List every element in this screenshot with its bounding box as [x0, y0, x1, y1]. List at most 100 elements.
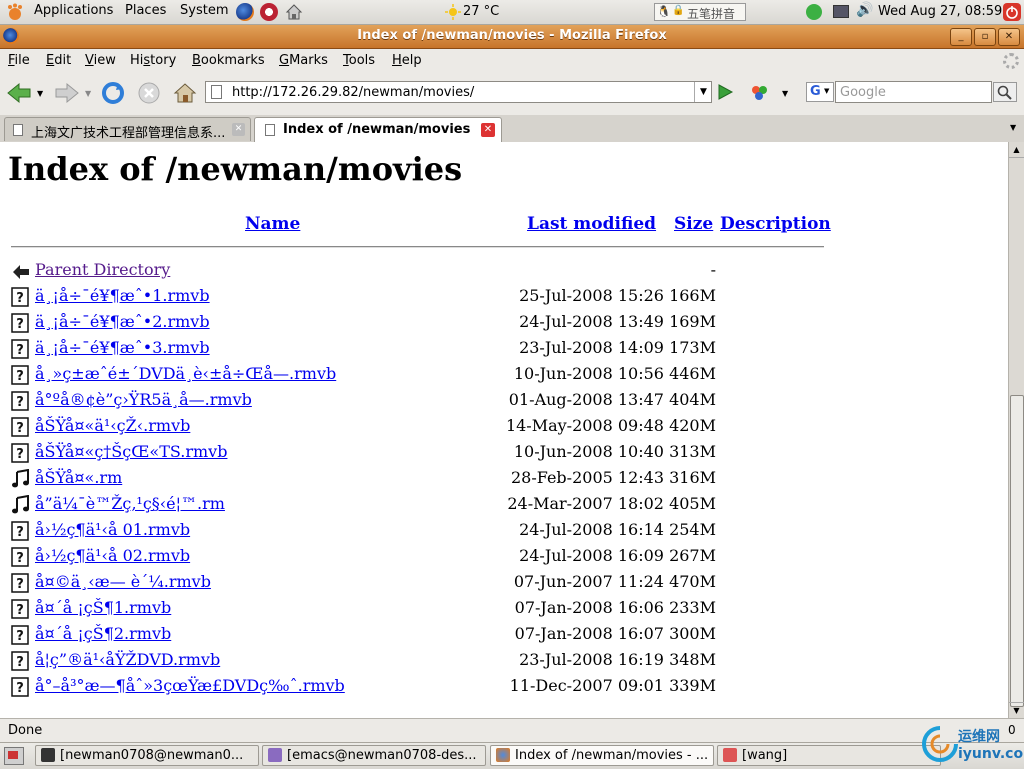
file-link[interactable]: åŠŸå¤«ä¹‹çŽ‹.rmvb — [35, 416, 190, 435]
menu-history[interactable]: History — [130, 53, 176, 68]
file-link[interactable]: å¤©ä¸‹æ— è´¼.rmvb — [35, 572, 211, 591]
file-link[interactable]: å°–å³°æ—¶åˆ»3çœŸæ£DVDç‰ˆ.rmvb — [35, 676, 345, 695]
tab-label: Index of /newman/movies — [283, 122, 471, 137]
weather-temperature[interactable]: 27 °C — [463, 4, 499, 19]
file-link[interactable]: åŠŸå¤«.rm — [35, 468, 122, 487]
back-dropdown-icon[interactable]: ▼ — [37, 89, 43, 98]
search-input[interactable]: Google — [835, 81, 992, 103]
scroll-down-button[interactable]: ▼ — [1009, 702, 1024, 718]
ime-indicator[interactable]: 🐧 🔒 五笔拼音 — [654, 3, 746, 21]
taskbar-button-label: Index of /newman/movies - ... — [515, 748, 709, 763]
maximize-button[interactable]: ▫ — [974, 28, 996, 46]
forward-dropdown-icon[interactable]: ▼ — [85, 89, 91, 98]
gnome-foot-icon[interactable] — [6, 3, 24, 21]
parent-directory-link[interactable]: Parent Directory — [35, 260, 170, 279]
taskbar-button[interactable]: [newman0708@newman0... — [35, 745, 259, 766]
forward-button[interactable] — [52, 78, 82, 108]
panel-menu-places[interactable]: Places — [125, 3, 166, 18]
panel-clock[interactable]: Wed Aug 27, 08:59 — [878, 4, 1002, 19]
tab-index-movies[interactable]: Index of /newman/movies ✕ — [254, 117, 502, 143]
window-titlebar[interactable]: Index of /newman/movies - Mozilla Firefo… — [0, 25, 1024, 49]
taskbar-button[interactable]: [wang] — [717, 745, 941, 766]
shutdown-icon[interactable] — [1003, 3, 1021, 21]
home-launcher-icon[interactable] — [285, 3, 303, 25]
column-header-name[interactable]: Name — [245, 214, 300, 234]
taskbar-button[interactable]: Index of /newman/movies - ... — [490, 745, 714, 766]
reload-button[interactable] — [98, 78, 128, 108]
scroll-thumb[interactable] — [1010, 395, 1024, 707]
close-window-button[interactable]: ✕ — [998, 28, 1020, 46]
file-modified-size: 14-May-2008 09:48 420M — [505, 416, 716, 435]
file-link[interactable]: å¤´å ¡çŠ¶2.rmvb — [35, 624, 171, 643]
unknown-file-icon: ? — [11, 313, 29, 333]
menu-tools[interactable]: Tools — [343, 53, 375, 68]
url-dropdown-button[interactable]: ▼ — [694, 82, 712, 102]
tab-close-icon[interactable]: ✕ — [481, 123, 495, 137]
file-link[interactable]: å›½ç¶ä¹‹å 02.rmvb — [35, 546, 190, 565]
panel-menu-applications[interactable]: Applications — [34, 3, 113, 18]
column-header-size[interactable]: Size — [674, 214, 713, 234]
gmarks-icon[interactable] — [750, 84, 770, 106]
weather-sun-icon[interactable] — [445, 4, 461, 24]
column-header-last-modified[interactable]: Last modified — [527, 214, 656, 234]
menu-view[interactable]: View — [85, 53, 116, 68]
url-text[interactable]: http://172.26.29.82/newman/movies/ — [232, 85, 474, 100]
file-link[interactable]: å”ä¼¯è™Žç‚¹ç§‹é¦™.rm — [35, 494, 225, 513]
file-modified-size: 28-Feb-2005 12:43 316M — [510, 468, 716, 487]
file-row: ? å°ºå®¢è”ç›ŸR5ä¸å—.rmvb 01-Aug-2008 13:47… — [0, 388, 1008, 414]
file-link[interactable]: ä¸¡å÷¯é¥¶æˆ•2.rmvb — [35, 312, 210, 331]
file-modified-size: 23-Jul-2008 16:19 348M — [519, 650, 716, 669]
search-engine-dropdown-icon: ▼ — [824, 87, 830, 95]
file-link[interactable]: å¦ç”®ä¹‹åŸŽDVD.rmvb — [35, 650, 220, 669]
svg-text:?: ? — [16, 577, 24, 592]
emacs-icon — [268, 748, 282, 762]
svg-text:?: ? — [16, 551, 24, 566]
unknown-file-icon: ? — [11, 677, 29, 697]
home-button[interactable] — [170, 78, 200, 108]
show-desktop-button[interactable] — [4, 747, 24, 765]
file-link[interactable]: å¤´å ¡çŠ¶1.rmvb — [35, 598, 171, 617]
google-g-icon: G — [810, 84, 821, 99]
watermark-text: 运维网 iyunv.com — [958, 729, 1024, 762]
firefox-launcher-icon[interactable] — [236, 3, 254, 21]
svg-text:?: ? — [16, 291, 24, 306]
search-engine-button[interactable]: G ▼ — [806, 82, 834, 102]
mail-launcher-icon[interactable] — [260, 3, 278, 21]
vertical-scrollbar[interactable]: ▲ ▼ — [1008, 142, 1024, 718]
menu-bookmarks[interactable]: Bookmarks — [192, 53, 265, 68]
unknown-file-icon: ? — [11, 443, 29, 463]
menu-help[interactable]: Help — [392, 53, 422, 68]
volume-icon[interactable]: 🔊 — [856, 2, 873, 18]
panel-menu-system[interactable]: System — [180, 3, 228, 18]
scroll-up-button[interactable]: ▲ — [1009, 142, 1024, 158]
search-icon[interactable] — [993, 82, 1017, 102]
file-row: ? åŠŸå¤«ç†ŠçŒ«TS.rmvb 10-Jun-2008 10:40 31… — [0, 440, 1008, 466]
menu-gmarks[interactable]: GMarks — [279, 53, 328, 68]
back-button[interactable] — [4, 78, 34, 108]
file-link[interactable]: å°ºå®¢è”ç›ŸR5ä¸å—.rmvb — [35, 390, 252, 409]
tab-management-system[interactable]: 上海文广技术工程部管理信息系... ✕ — [4, 117, 251, 141]
minimize-button[interactable]: _ — [950, 28, 972, 46]
gmarks-dropdown-icon[interactable]: ▼ — [782, 89, 788, 98]
back-folder-icon — [11, 261, 29, 281]
menu-file[interactable]: File — [8, 53, 30, 68]
file-link[interactable]: ä¸¡å÷¯é¥¶æˆ•1.rmvb — [35, 286, 210, 305]
taskbar-button[interactable]: [emacs@newman0708-des... — [262, 745, 486, 766]
go-button[interactable] — [716, 83, 734, 105]
column-header-description[interactable]: Description — [720, 214, 831, 234]
menu-edit[interactable]: Edit — [46, 53, 71, 68]
network-status-icon[interactable] — [806, 4, 822, 20]
svg-text:?: ? — [16, 681, 24, 696]
file-link[interactable]: å¸»ç±æˆé±´DVDä¸è‹±å÷Œå—.rmvb — [35, 364, 336, 383]
search-placeholder: Google — [840, 85, 886, 100]
tab-list-dropdown-icon[interactable]: ▼ — [1010, 123, 1016, 132]
file-link[interactable]: åŠŸå¤«ç†ŠçŒ«TS.rmvb — [35, 442, 227, 461]
file-link[interactable]: ä¸¡å÷¯é¥¶æˆ•3.rmvb — [35, 338, 210, 357]
file-link[interactable]: å›½ç¶ä¹‹å 01.rmvb — [35, 520, 190, 539]
display-icon[interactable] — [833, 5, 849, 18]
stop-button[interactable] — [134, 78, 164, 108]
svg-text:?: ? — [16, 629, 24, 644]
status-bar: Done 0 — [0, 718, 1024, 743]
tab-close-icon[interactable]: ✕ — [232, 123, 245, 136]
url-bar[interactable]: http://172.26.29.82/newman/movies/ ▼ — [205, 81, 712, 103]
